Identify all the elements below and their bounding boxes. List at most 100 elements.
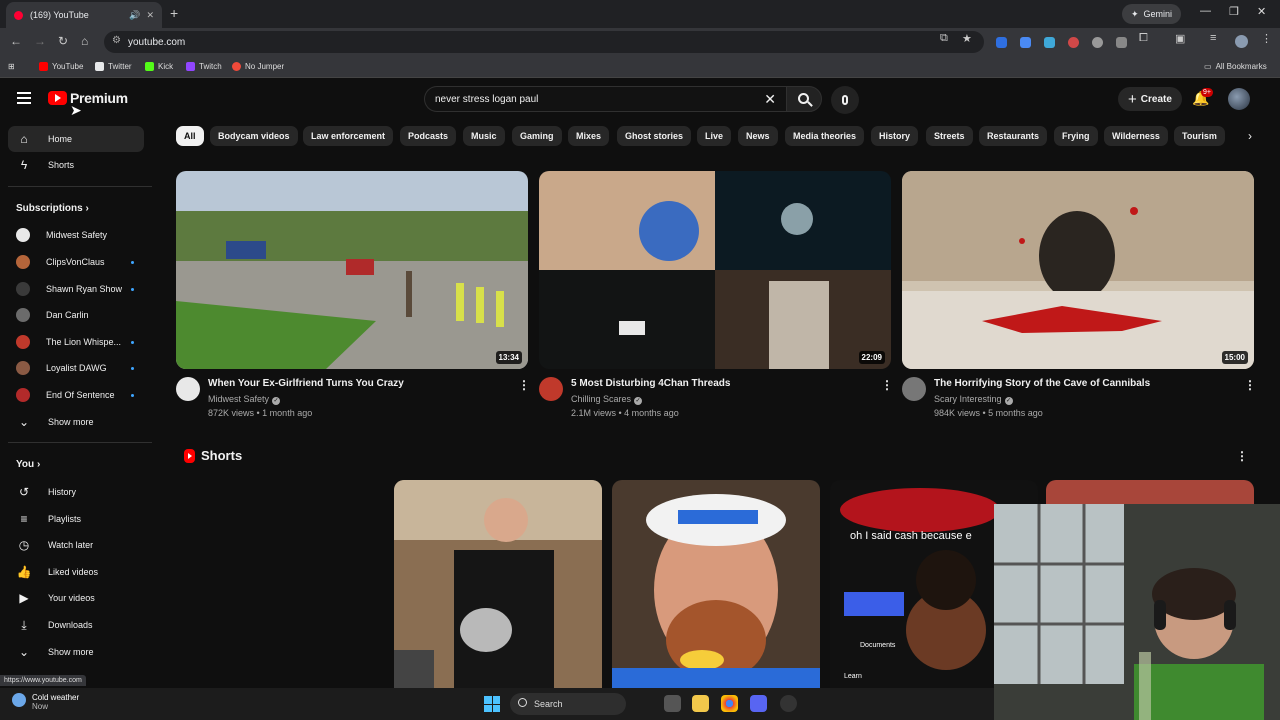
- subscription-item[interactable]: Loyalist DAWG: [8, 355, 144, 381]
- clear-search-icon[interactable]: ✕: [764, 91, 776, 108]
- chip[interactable]: Restaurants: [979, 126, 1048, 146]
- chip[interactable]: Media theories: [785, 126, 865, 146]
- restore-icon[interactable]: ❐: [1229, 5, 1239, 18]
- bookmark-star-icon[interactable]: ★: [962, 32, 972, 45]
- back-icon[interactable]: ←: [10, 34, 22, 48]
- subscription-item[interactable]: Shawn Ryan Show: [8, 276, 144, 302]
- short-thumbnail[interactable]: [394, 480, 602, 688]
- short-thumbnail[interactable]: [612, 480, 820, 688]
- close-tab-icon[interactable]: ✕: [146, 10, 154, 21]
- discord-icon[interactable]: [750, 695, 767, 712]
- chip[interactable]: Tourism: [1174, 126, 1225, 146]
- profile-avatar[interactable]: [1235, 35, 1248, 48]
- chip[interactable]: News: [738, 126, 778, 146]
- all-bookmarks[interactable]: ▭ All Bookmarks: [1204, 62, 1267, 71]
- subscription-item[interactable]: Dan Carlin: [8, 302, 144, 328]
- forward-icon[interactable]: →: [34, 34, 46, 48]
- channel-name[interactable]: Scary Interesting ✓: [934, 394, 1013, 405]
- extensions-puzzle-icon[interactable]: ⧠: [1139, 32, 1148, 45]
- home-icon[interactable]: ⌂: [81, 34, 88, 48]
- bookmark-no-jumper[interactable]: No Jumper: [232, 62, 284, 71]
- address-bar[interactable]: ⚙ youtube.com: [104, 31, 984, 53]
- video-thumbnail[interactable]: 15:00: [902, 171, 1254, 369]
- chip[interactable]: Music: [463, 126, 505, 146]
- subscription-item[interactable]: End Of Sentence: [8, 382, 144, 408]
- subscription-item[interactable]: ClipsVonClaus: [8, 249, 144, 275]
- browser-menu-icon[interactable]: ⋮: [1261, 32, 1272, 45]
- sidebar-item-your-videos[interactable]: ▶ Your videos: [8, 585, 144, 611]
- more-options-icon[interactable]: ⋮: [1236, 449, 1248, 463]
- sidebar-item-shorts[interactable]: ϟ Shorts: [8, 152, 144, 178]
- account-avatar[interactable]: [1228, 88, 1250, 110]
- youtube-logo[interactable]: Premium: [48, 90, 128, 106]
- bookmark-twitter[interactable]: Twitter: [95, 62, 132, 71]
- window-close-icon[interactable]: ✕: [1257, 5, 1266, 18]
- browser-tab[interactable]: (169) YouTube 🔊 ✕: [6, 2, 162, 28]
- file-explorer-icon[interactable]: [692, 695, 709, 712]
- video-title[interactable]: When Your Ex-Girlfriend Turns You Crazy: [208, 378, 404, 389]
- windows-start-icon[interactable]: [484, 696, 500, 712]
- media-controls-icon[interactable]: ≡: [1210, 32, 1216, 44]
- video-title[interactable]: 5 Most Disturbing 4Chan Threads: [571, 378, 730, 389]
- channel-avatar[interactable]: [902, 377, 926, 401]
- extension-icon[interactable]: [996, 37, 1007, 48]
- chip[interactable]: Bodycam videos: [210, 126, 298, 146]
- channel-avatar[interactable]: [176, 377, 200, 401]
- more-options-icon[interactable]: ⋮: [1244, 378, 1256, 392]
- taskbar-search[interactable]: Search: [510, 693, 626, 715]
- channel-avatar[interactable]: [539, 377, 563, 401]
- sidebar-item-history[interactable]: ↺ History: [8, 479, 144, 505]
- menu-icon[interactable]: [17, 92, 31, 104]
- chip[interactable]: Podcasts: [400, 126, 457, 146]
- bookmark-twitch[interactable]: Twitch: [186, 62, 222, 71]
- subscription-item[interactable]: Midwest Safety: [8, 222, 144, 248]
- search-input[interactable]: never stress logan paul ✕: [424, 86, 786, 112]
- channel-name[interactable]: Chilling Scares ✓: [571, 394, 643, 405]
- chip[interactable]: Mixes: [568, 126, 610, 146]
- sidebar-item-playlists[interactable]: ≡ Playlists: [8, 506, 144, 532]
- side-panel-icon[interactable]: ▣: [1175, 32, 1185, 45]
- sidebar-item-home[interactable]: ⌂ Home: [8, 126, 144, 152]
- you-heading[interactable]: You ›: [16, 459, 40, 470]
- task-view-icon[interactable]: [664, 695, 681, 712]
- reload-icon[interactable]: ↻: [58, 34, 68, 48]
- speaker-icon[interactable]: 🔊: [129, 10, 140, 21]
- chip[interactable]: Law enforcement: [303, 126, 394, 146]
- chip[interactable]: Live: [697, 126, 732, 146]
- minimize-icon[interactable]: —: [1200, 5, 1211, 17]
- extension-icon[interactable]: [1044, 37, 1055, 48]
- app-icon[interactable]: [780, 695, 797, 712]
- bookmark-youtube[interactable]: YouTube: [39, 62, 83, 71]
- apps-grid-icon[interactable]: ⊞: [8, 62, 15, 71]
- chrome-icon[interactable]: [721, 695, 738, 712]
- video-thumbnail[interactable]: 13:34: [176, 171, 528, 369]
- extension-icon[interactable]: [1068, 37, 1079, 48]
- subscription-item[interactable]: The Lion Whispe...: [8, 329, 144, 355]
- install-app-icon[interactable]: ⧉: [940, 32, 948, 45]
- create-button[interactable]: + Create: [1118, 87, 1182, 111]
- weather-widget[interactable]: Cold weather Now: [12, 693, 79, 711]
- chip[interactable]: Streets: [926, 126, 973, 146]
- sidebar-item-liked-videos[interactable]: 👍 Liked videos: [8, 559, 144, 585]
- channel-name[interactable]: Midwest Safety ✓: [208, 394, 281, 405]
- bookmark-kick[interactable]: Kick: [145, 62, 173, 71]
- gemini-button[interactable]: ✦ Gemini: [1122, 4, 1182, 24]
- extension-icon[interactable]: [1092, 37, 1103, 48]
- extension-icon[interactable]: [1116, 37, 1127, 48]
- subscriptions-heading[interactable]: Subscriptions ›: [16, 203, 89, 214]
- chip[interactable]: Gaming: [512, 126, 562, 146]
- chip-all[interactable]: All: [176, 126, 204, 146]
- extension-icon[interactable]: [1020, 37, 1031, 48]
- chip[interactable]: Ghost stories: [617, 126, 692, 146]
- chevron-right-icon[interactable]: ›: [1240, 126, 1260, 146]
- video-title[interactable]: The Horrifying Story of the Cave of Cann…: [934, 378, 1150, 389]
- video-thumbnail[interactable]: 22:09: [539, 171, 891, 369]
- new-tab-button[interactable]: +: [170, 5, 178, 21]
- chip[interactable]: Frying: [1054, 126, 1098, 146]
- site-info-icon[interactable]: ⚙: [112, 35, 121, 46]
- sidebar-item-downloads[interactable]: ⤓ Downloads: [8, 612, 144, 638]
- more-options-icon[interactable]: ⋮: [518, 378, 530, 392]
- search-button[interactable]: [786, 86, 822, 112]
- chip[interactable]: Wilderness: [1104, 126, 1168, 146]
- voice-search-button[interactable]: [831, 86, 859, 114]
